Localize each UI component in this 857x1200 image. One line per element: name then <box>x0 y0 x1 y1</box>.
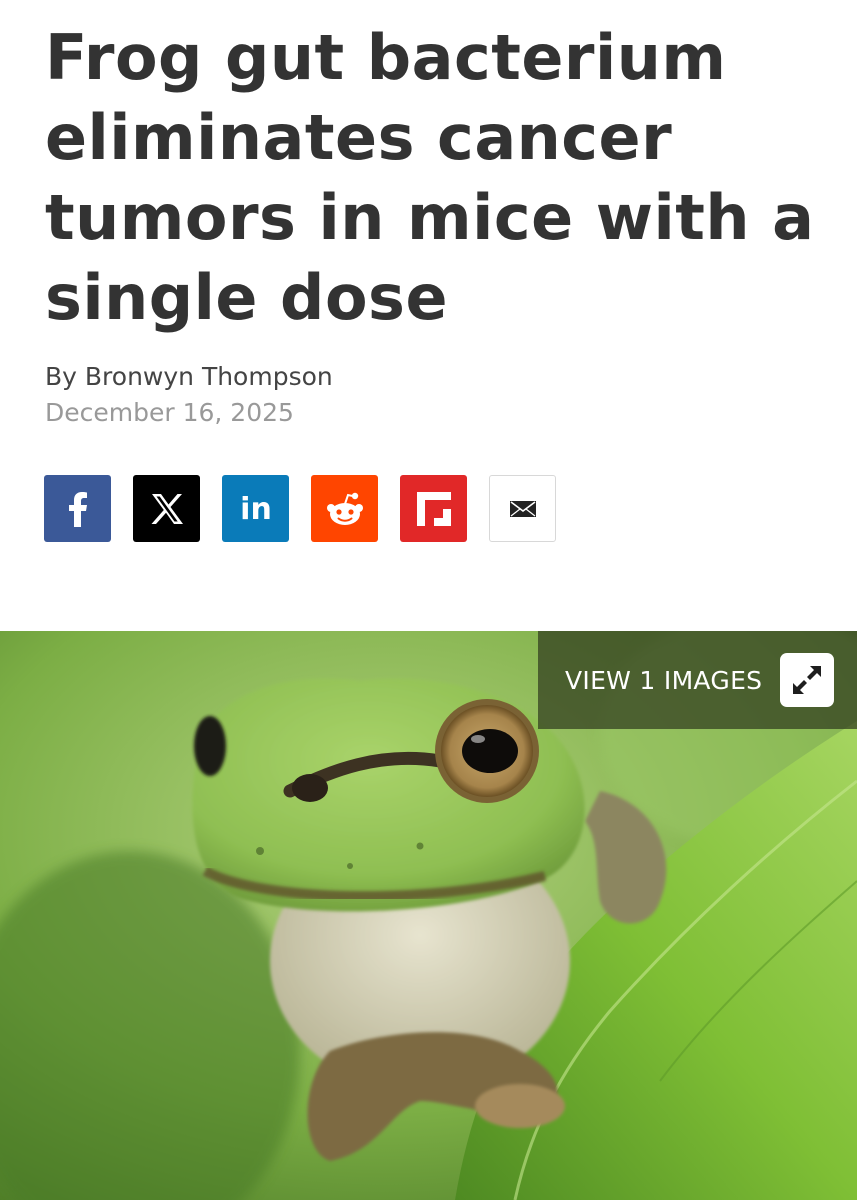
svg-text:in: in <box>240 492 272 527</box>
expand-icon[interactable] <box>780 653 834 707</box>
envelope-icon <box>509 500 536 517</box>
linkedin-icon: in <box>240 492 272 527</box>
share-reddit-button[interactable] <box>311 475 378 542</box>
share-linkedin-button[interactable]: in <box>222 475 289 542</box>
publish-date: December 16, 2025 <box>45 398 294 427</box>
view-images-button[interactable]: VIEW 1 IMAGES <box>538 631 857 729</box>
share-x-button[interactable] <box>133 475 200 542</box>
reddit-icon <box>326 492 363 525</box>
hero-image[interactable]: VIEW 1 IMAGES <box>0 631 857 1200</box>
flipboard-icon <box>416 491 451 526</box>
share-flipboard-button[interactable] <box>400 475 467 542</box>
share-email-button[interactable] <box>489 475 556 542</box>
article-headline: Frog gut bacterium eliminates cancer tum… <box>45 21 815 334</box>
x-icon <box>151 493 183 524</box>
share-facebook-button[interactable] <box>44 475 111 542</box>
facebook-icon <box>68 491 87 527</box>
view-images-label: VIEW 1 IMAGES <box>565 665 763 695</box>
share-buttons: in <box>44 475 578 542</box>
author-byline[interactable]: By Bronwyn Thompson <box>45 362 333 391</box>
